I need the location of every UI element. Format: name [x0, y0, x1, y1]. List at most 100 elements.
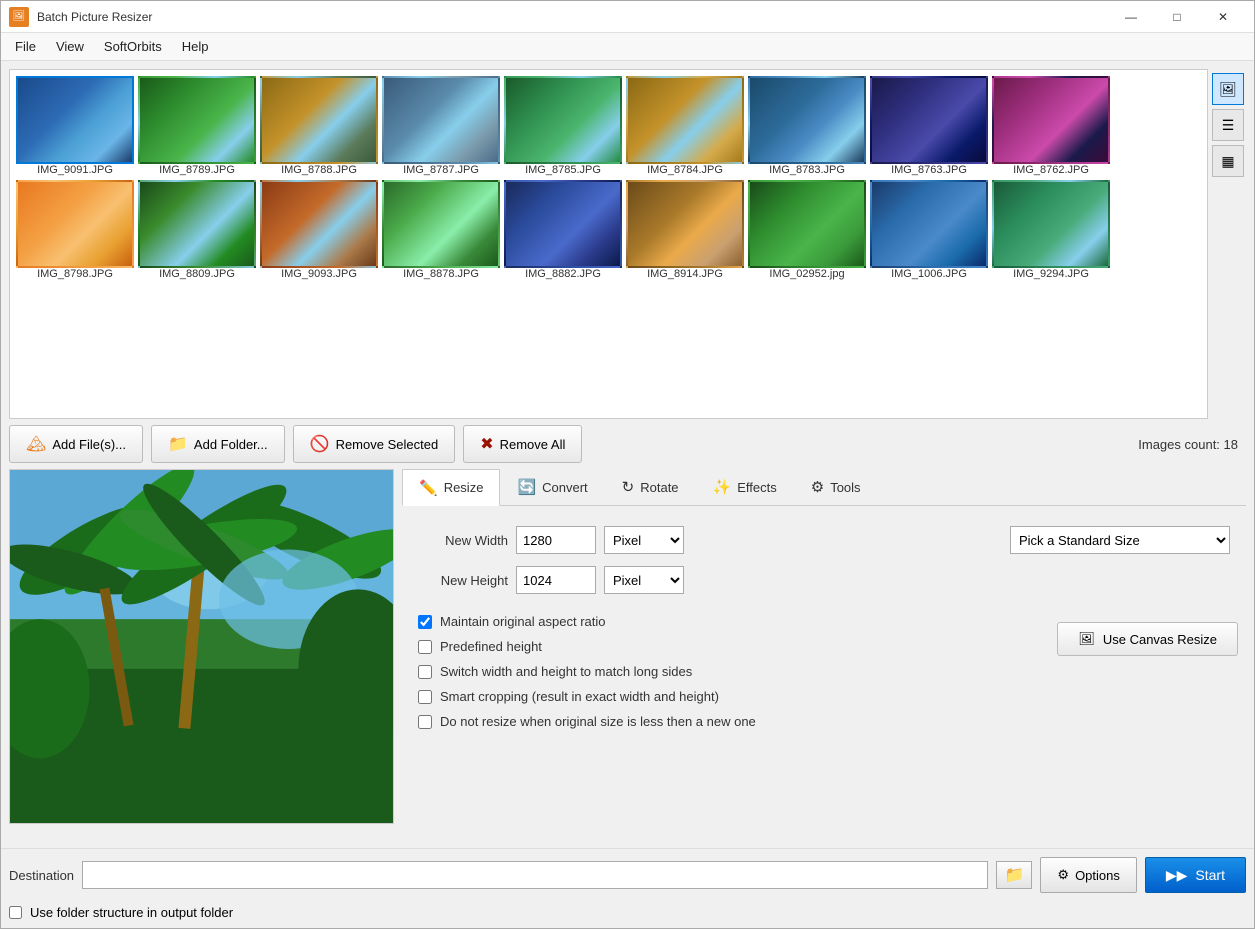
- resize-tab-icon: ✏️: [419, 479, 438, 497]
- thumbnail-label: IMG_8789.JPG: [159, 164, 235, 176]
- destination-input[interactable]: [82, 861, 988, 889]
- thumbnail-label: IMG_1006.JPG: [891, 268, 967, 280]
- list-item[interactable]: IMG_8878.JPG: [382, 180, 500, 280]
- remove-all-button[interactable]: ✖ Remove All: [463, 425, 582, 463]
- tab-convert[interactable]: 🔄 Convert: [500, 469, 604, 505]
- list-item[interactable]: IMG_8882.JPG: [504, 180, 622, 280]
- predefined-height-label[interactable]: Predefined height: [440, 639, 542, 654]
- list-item[interactable]: IMG_8809.JPG: [138, 180, 256, 280]
- tools-tab-label: Tools: [830, 480, 860, 495]
- add-files-icon: 🏔: [26, 434, 46, 454]
- list-item[interactable]: IMG_8787.JPG: [382, 76, 500, 176]
- width-input[interactable]: [516, 526, 596, 554]
- thumbnail-label: IMG_8783.JPG: [769, 164, 845, 176]
- list-item[interactable]: IMG_8788.JPG: [260, 76, 378, 176]
- list-item[interactable]: IMG_8763.JPG: [870, 76, 988, 176]
- list-item[interactable]: IMG_9091.JPG: [16, 76, 134, 176]
- canvas-resize-button[interactable]: 🖼 Use Canvas Resize: [1057, 622, 1238, 656]
- smart-crop-label[interactable]: Smart cropping (result in exact width an…: [440, 689, 719, 704]
- add-folder-icon: 📁: [168, 434, 188, 454]
- list-item[interactable]: IMG_8789.JPG: [138, 76, 256, 176]
- maximize-button[interactable]: □: [1154, 1, 1200, 33]
- add-files-button[interactable]: 🏔 Add File(s)...: [9, 425, 143, 463]
- list-item[interactable]: IMG_1006.JPG: [870, 180, 988, 280]
- app-title: Batch Picture Resizer: [37, 10, 1108, 24]
- smart-crop-checkbox[interactable]: [418, 690, 432, 704]
- thumbnail-img: [382, 180, 500, 268]
- start-button[interactable]: ▶▶ Start: [1145, 857, 1246, 893]
- view-list-button[interactable]: ☰: [1212, 109, 1244, 141]
- close-button[interactable]: ✕: [1200, 1, 1246, 33]
- destination-folder-button[interactable]: 📁: [996, 861, 1032, 889]
- convert-tab-label: Convert: [542, 480, 588, 495]
- list-item[interactable]: IMG_8914.JPG: [626, 180, 744, 280]
- thumbnail-img: [138, 180, 256, 268]
- height-input[interactable]: [516, 566, 596, 594]
- menu-help[interactable]: Help: [172, 35, 219, 58]
- list-item[interactable]: IMG_9093.JPG: [260, 180, 378, 280]
- maintain-ratio-checkbox[interactable]: [418, 615, 432, 629]
- rotate-tab-label: Rotate: [640, 480, 678, 495]
- height-unit-select[interactable]: Pixel Percent cm mm inch: [604, 566, 684, 594]
- thumbnail-img: [992, 180, 1110, 268]
- view-thumbnail-button[interactable]: 🖼: [1212, 73, 1244, 105]
- toolbar: 🏔 Add File(s)... 📁 Add Folder... 🚫 Remov…: [1, 419, 1254, 469]
- resize-tab-label: Resize: [444, 480, 484, 495]
- start-label: Start: [1195, 867, 1225, 883]
- thumbnail-label: IMG_9294.JPG: [1013, 268, 1089, 280]
- tab-tools[interactable]: ⚙ Tools: [794, 469, 878, 505]
- resize-panel: New Width Pixel Percent cm mm inch Pick …: [402, 518, 1246, 614]
- list-item[interactable]: IMG_8762.JPG: [992, 76, 1110, 176]
- menu-softorbits[interactable]: SoftOrbits: [94, 35, 172, 58]
- add-folder-button[interactable]: 📁 Add Folder...: [151, 425, 285, 463]
- thumbnail-label: IMG_8784.JPG: [647, 164, 723, 176]
- new-height-label: New Height: [418, 573, 508, 588]
- tab-effects[interactable]: ✨ Effects: [696, 469, 794, 505]
- maintain-ratio-row: Maintain original aspect ratio: [410, 614, 1057, 629]
- thumbnail-img: [260, 180, 378, 268]
- list-item[interactable]: IMG_8783.JPG: [748, 76, 866, 176]
- main-content: ✏️ Resize 🔄 Convert ↻ Rotate ✨ Effects ⚙: [1, 469, 1254, 848]
- tab-resize[interactable]: ✏️ Resize: [402, 469, 500, 506]
- view-grid-button[interactable]: ▦: [1212, 145, 1244, 177]
- folder-icon: 📁: [1004, 865, 1024, 885]
- tab-rotate[interactable]: ↻ Rotate: [605, 469, 696, 505]
- effects-tab-label: Effects: [737, 480, 777, 495]
- use-folder-label[interactable]: Use folder structure in output folder: [30, 905, 233, 920]
- maintain-ratio-label[interactable]: Maintain original aspect ratio: [440, 614, 605, 629]
- no-resize-label[interactable]: Do not resize when original size is less…: [440, 714, 756, 729]
- standard-size-select[interactable]: Pick a Standard Size 640x480 800x600 102…: [1010, 526, 1230, 554]
- width-unit-select[interactable]: Pixel Percent cm mm inch: [604, 526, 684, 554]
- menubar: File View SoftOrbits Help: [1, 33, 1254, 61]
- canvas-btn-section: 🖼 Use Canvas Resize: [1057, 614, 1238, 739]
- use-folder-checkbox[interactable]: [9, 906, 22, 919]
- options-button[interactable]: ⚙ Options: [1040, 857, 1136, 893]
- menu-view[interactable]: View: [46, 35, 94, 58]
- list-item[interactable]: IMG_8785.JPG: [504, 76, 622, 176]
- menu-file[interactable]: File: [5, 35, 46, 58]
- no-resize-checkbox[interactable]: [418, 715, 432, 729]
- smart-crop-row: Smart cropping (result in exact width an…: [410, 689, 1057, 704]
- use-folder-row: Use folder structure in output folder: [1, 901, 1254, 928]
- new-width-label: New Width: [418, 533, 508, 548]
- list-item[interactable]: IMG_8784.JPG: [626, 76, 744, 176]
- minimize-button[interactable]: —: [1108, 1, 1154, 33]
- list-item[interactable]: IMG_9294.JPG: [992, 180, 1110, 280]
- list-item[interactable]: IMG_8798.JPG: [16, 180, 134, 280]
- thumbnail-img: [992, 76, 1110, 164]
- preview-panel: [9, 469, 394, 824]
- effects-tab-icon: ✨: [713, 478, 732, 496]
- tools-tab-icon: ⚙: [811, 478, 824, 496]
- switch-width-height-label[interactable]: Switch width and height to match long si…: [440, 664, 692, 679]
- list-item[interactable]: IMG_02952.jpg: [748, 180, 866, 280]
- remove-selected-button[interactable]: 🚫 Remove Selected: [293, 425, 456, 463]
- canvas-resize-label: Use Canvas Resize: [1103, 632, 1217, 647]
- thumbnail-img: [870, 76, 988, 164]
- thumbnail-img: [870, 180, 988, 268]
- thumbnail-img: [748, 180, 866, 268]
- predefined-height-row: Predefined height: [410, 639, 1057, 654]
- switch-width-height-checkbox[interactable]: [418, 665, 432, 679]
- predefined-height-checkbox[interactable]: [418, 640, 432, 654]
- thumbnail-img: [626, 76, 744, 164]
- main-window: 🖼 Batch Picture Resizer — □ ✕ File View …: [0, 0, 1255, 929]
